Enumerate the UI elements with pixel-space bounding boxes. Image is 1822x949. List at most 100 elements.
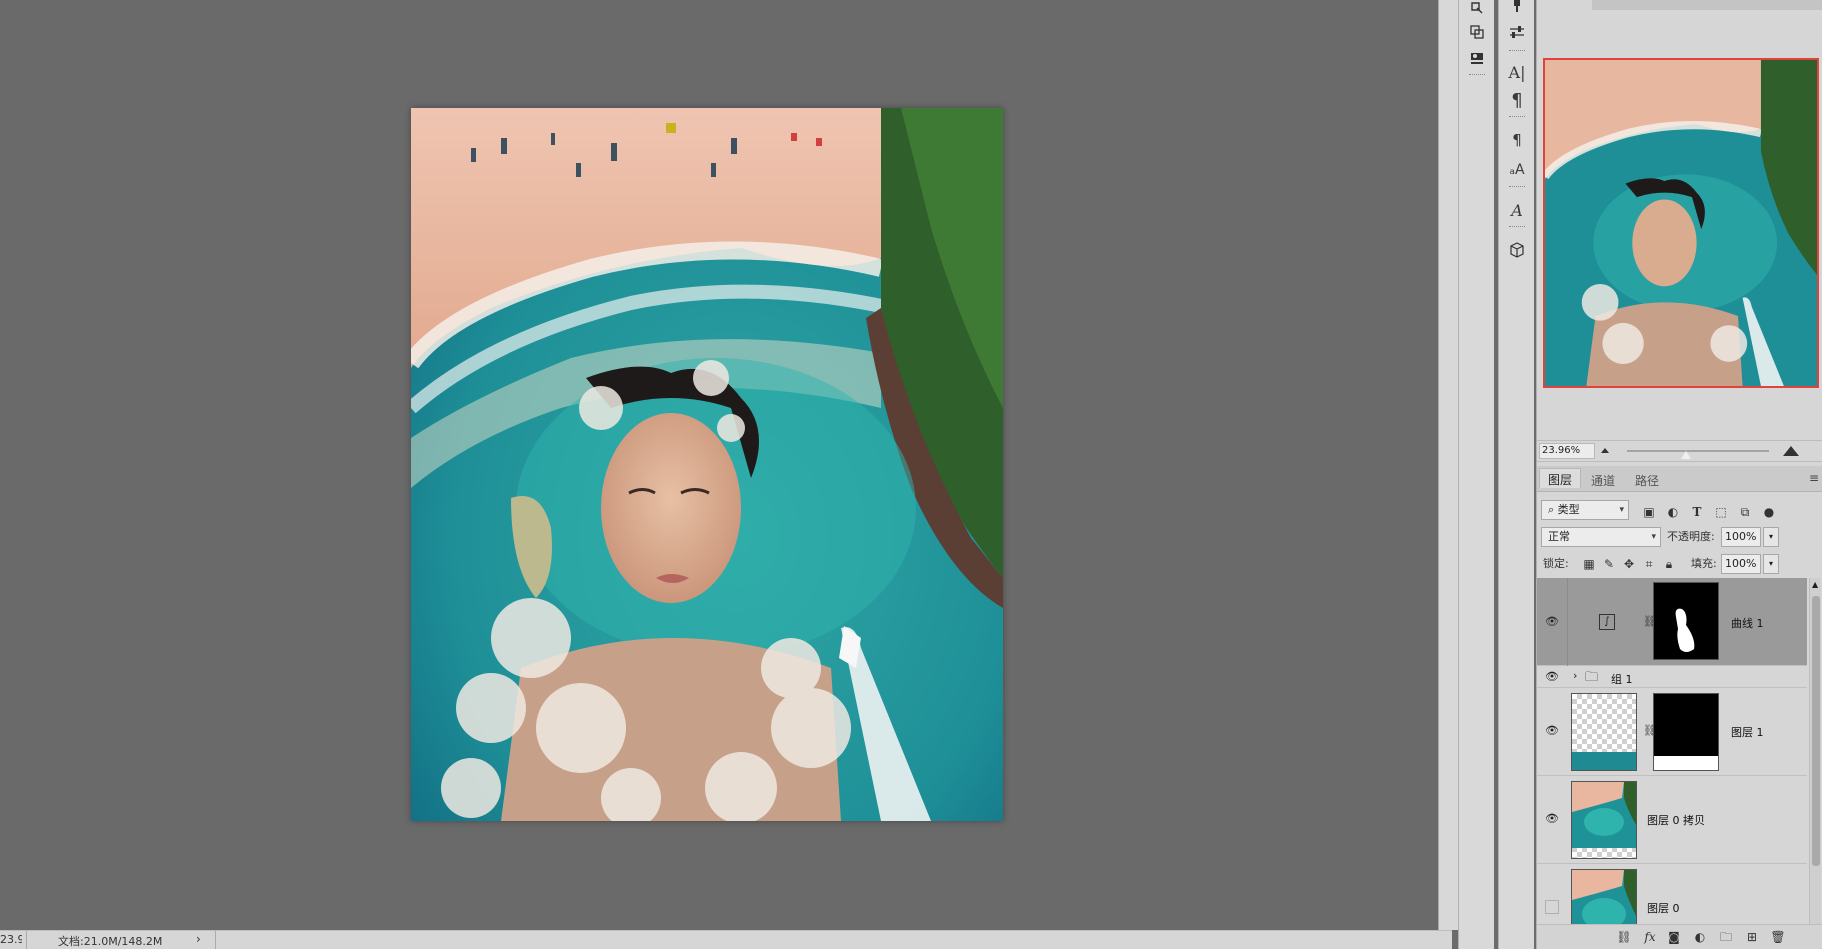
panel-gutter	[1438, 0, 1458, 930]
character-icon[interactable]: A|	[1504, 60, 1530, 84]
navigator-zoom-field[interactable]: 23.96%	[1539, 443, 1595, 459]
panel-dock-1	[1458, 0, 1494, 949]
layers-scrollbar[interactable]: ▲	[1809, 578, 1821, 924]
chevron-down-icon: ▾	[1619, 505, 1624, 515]
history-brush-icon[interactable]	[1464, 0, 1490, 20]
lock-label: 锁定:	[1543, 557, 1569, 570]
add-mask-icon[interactable]: ◙	[1665, 929, 1683, 945]
lock-pixels-icon[interactable]: ✎	[1601, 556, 1617, 572]
document-canvas[interactable]	[411, 108, 1003, 821]
blend-mode-select[interactable]: 正常 ▾	[1541, 527, 1661, 547]
layer-row-layer0[interactable]: 图层 0	[1537, 864, 1807, 924]
panel-grip[interactable]	[1509, 50, 1525, 52]
link-layers-icon[interactable]: ⛓︎	[1615, 929, 1633, 945]
chevron-down-icon: ▾	[1651, 532, 1656, 542]
character-styles-icon[interactable]: ₐA	[1504, 158, 1530, 182]
panel-grip[interactable]	[1509, 116, 1525, 118]
lock-transparent-icon[interactable]: ▦	[1581, 556, 1597, 572]
lock-artboard-icon[interactable]: ⌗	[1641, 556, 1657, 572]
layer-mask-thumbnail[interactable]	[1653, 693, 1719, 771]
navigator-zoom-bar: 23.96%	[1537, 440, 1822, 462]
delete-layer-icon[interactable]: 🗑︎	[1769, 929, 1787, 945]
status-divider	[215, 931, 216, 949]
right-panels: 23.96% 图层 通道 路径 ≡ ⌕ 类型 ▾ ▣ ◐ T ⬚ ⧉ ● 正常 ▾ …	[1536, 0, 1822, 949]
tab-layers[interactable]: 图层	[1539, 468, 1582, 488]
fill-dropdown[interactable]: ▾	[1763, 554, 1779, 574]
visibility-eye-icon[interactable]: 👁︎	[1545, 670, 1559, 684]
status-doc-info: 文档:21.0M/148.2M	[58, 935, 163, 948]
filter-type-icon[interactable]: T	[1689, 504, 1705, 520]
layers-list: 👁︎ ∫ ⛓︎ 曲线 1 👁︎ › 🗀︎ 组 1 👁︎ ⛓︎ 图层 1 👁︎ 图…	[1537, 578, 1819, 924]
paragraph-styles-icon[interactable]: ¶	[1504, 128, 1530, 152]
layer-mask-thumbnail[interactable]	[1653, 582, 1719, 660]
zoom-slider-knob[interactable]	[1681, 451, 1691, 459]
panel-grip[interactable]	[1509, 226, 1525, 228]
folder-icon: 🗀︎	[1585, 670, 1599, 685]
opacity-label: 不透明度:	[1667, 530, 1715, 543]
lock-all-icon[interactable]: 🔒︎	[1661, 556, 1677, 572]
blend-mode-value: 正常	[1548, 530, 1570, 543]
layer-row-layer0-copy[interactable]: 👁︎ 图层 0 拷贝	[1537, 776, 1807, 864]
visibility-eye-icon[interactable]: 👁︎	[1545, 724, 1559, 738]
layer-name[interactable]: 曲线 1	[1731, 615, 1764, 631]
layer-style-fx-icon[interactable]: fx	[1641, 929, 1659, 945]
3d-cube-icon[interactable]	[1504, 238, 1530, 262]
curves-adjustment-icon[interactable]: ∫	[1599, 614, 1615, 630]
brush-icon[interactable]	[1504, 0, 1530, 18]
visibility-eye-icon[interactable]: 👁︎	[1545, 615, 1559, 629]
new-adjustment-icon[interactable]: ◐	[1691, 929, 1709, 945]
chevron-right-icon[interactable]: ›	[1573, 669, 1577, 682]
canvas-workspace[interactable]	[0, 0, 1438, 930]
panel-menu-icon[interactable]: ≡	[1809, 471, 1819, 485]
filter-adjustment-icon[interactable]: ◐	[1665, 504, 1681, 520]
clone-source-icon[interactable]	[1464, 20, 1490, 44]
panel-grip[interactable]	[1509, 186, 1525, 188]
new-group-icon[interactable]: 🗀︎	[1717, 929, 1735, 945]
layers-action-bar: ⛓︎ fx ◙ ◐ 🗀︎ ⊞ 🗑︎	[1537, 924, 1822, 949]
layer-thumbnail[interactable]	[1571, 869, 1637, 924]
layers-scrollbar-thumb[interactable]	[1812, 596, 1820, 866]
paragraph-icon[interactable]: ¶	[1504, 88, 1530, 112]
filter-toggle-icon[interactable]: ●	[1761, 504, 1777, 520]
divider	[1567, 578, 1568, 666]
layer-thumbnail[interactable]	[1571, 781, 1637, 859]
adjust-sliders-icon[interactable]	[1504, 20, 1530, 44]
opacity-field[interactable]: 100%	[1721, 527, 1761, 547]
layer-name[interactable]: 图层 1	[1731, 724, 1764, 740]
visibility-eye-icon[interactable]: 👁︎	[1545, 812, 1559, 826]
layer-name[interactable]: 组 1	[1611, 671, 1633, 687]
opacity-dropdown[interactable]: ▾	[1763, 527, 1779, 547]
zoom-out-icon[interactable]	[1601, 448, 1609, 453]
panel-grip[interactable]	[1469, 74, 1485, 76]
layer-name[interactable]: 图层 0 拷贝	[1647, 812, 1705, 828]
visibility-toggle-off[interactable]	[1545, 900, 1559, 914]
fill-label: 填充:	[1691, 557, 1717, 570]
navigator-preview[interactable]	[1543, 58, 1819, 388]
layer-name[interactable]: 图层 0	[1647, 900, 1680, 916]
composite-image	[411, 108, 1003, 821]
layer-thumbnail[interactable]	[1571, 693, 1637, 771]
lock-position-icon[interactable]: ✥	[1621, 556, 1637, 572]
glyphs-icon[interactable]: A	[1504, 198, 1530, 222]
fill-field[interactable]: 100%	[1721, 554, 1761, 574]
scroll-up-icon[interactable]: ▲	[1812, 580, 1818, 589]
layer-row-curves[interactable]: 👁︎ ∫ ⛓︎ 曲线 1	[1537, 578, 1807, 666]
status-divider	[26, 931, 27, 949]
status-menu-arrow[interactable]: ›	[196, 932, 201, 946]
layer-filter-select[interactable]: ⌕ 类型 ▾	[1541, 500, 1629, 520]
zoom-slider[interactable]	[1627, 450, 1769, 452]
filter-pixel-icon[interactable]: ▣	[1641, 504, 1657, 520]
new-layer-icon[interactable]: ⊞	[1743, 929, 1761, 945]
search-icon: ⌕	[1548, 503, 1558, 516]
filter-smart-object-icon[interactable]: ⧉	[1737, 504, 1753, 520]
tab-paths[interactable]: 路径	[1627, 470, 1667, 490]
layer-row-group[interactable]: 👁︎ › 🗀︎ 组 1	[1537, 666, 1807, 688]
status-bar: 23.96% 文档:21.0M/148.2M ›	[0, 930, 1452, 949]
tool-presets-icon[interactable]	[1464, 46, 1490, 70]
tab-channels[interactable]: 通道	[1583, 470, 1623, 490]
layer-filter-value: 类型	[1557, 503, 1580, 516]
status-zoom[interactable]: 23.96%	[0, 933, 22, 946]
zoom-in-icon[interactable]	[1783, 446, 1799, 456]
filter-shape-icon[interactable]: ⬚	[1713, 504, 1729, 520]
layer-row-layer1[interactable]: 👁︎ ⛓︎ 图层 1	[1537, 688, 1807, 776]
